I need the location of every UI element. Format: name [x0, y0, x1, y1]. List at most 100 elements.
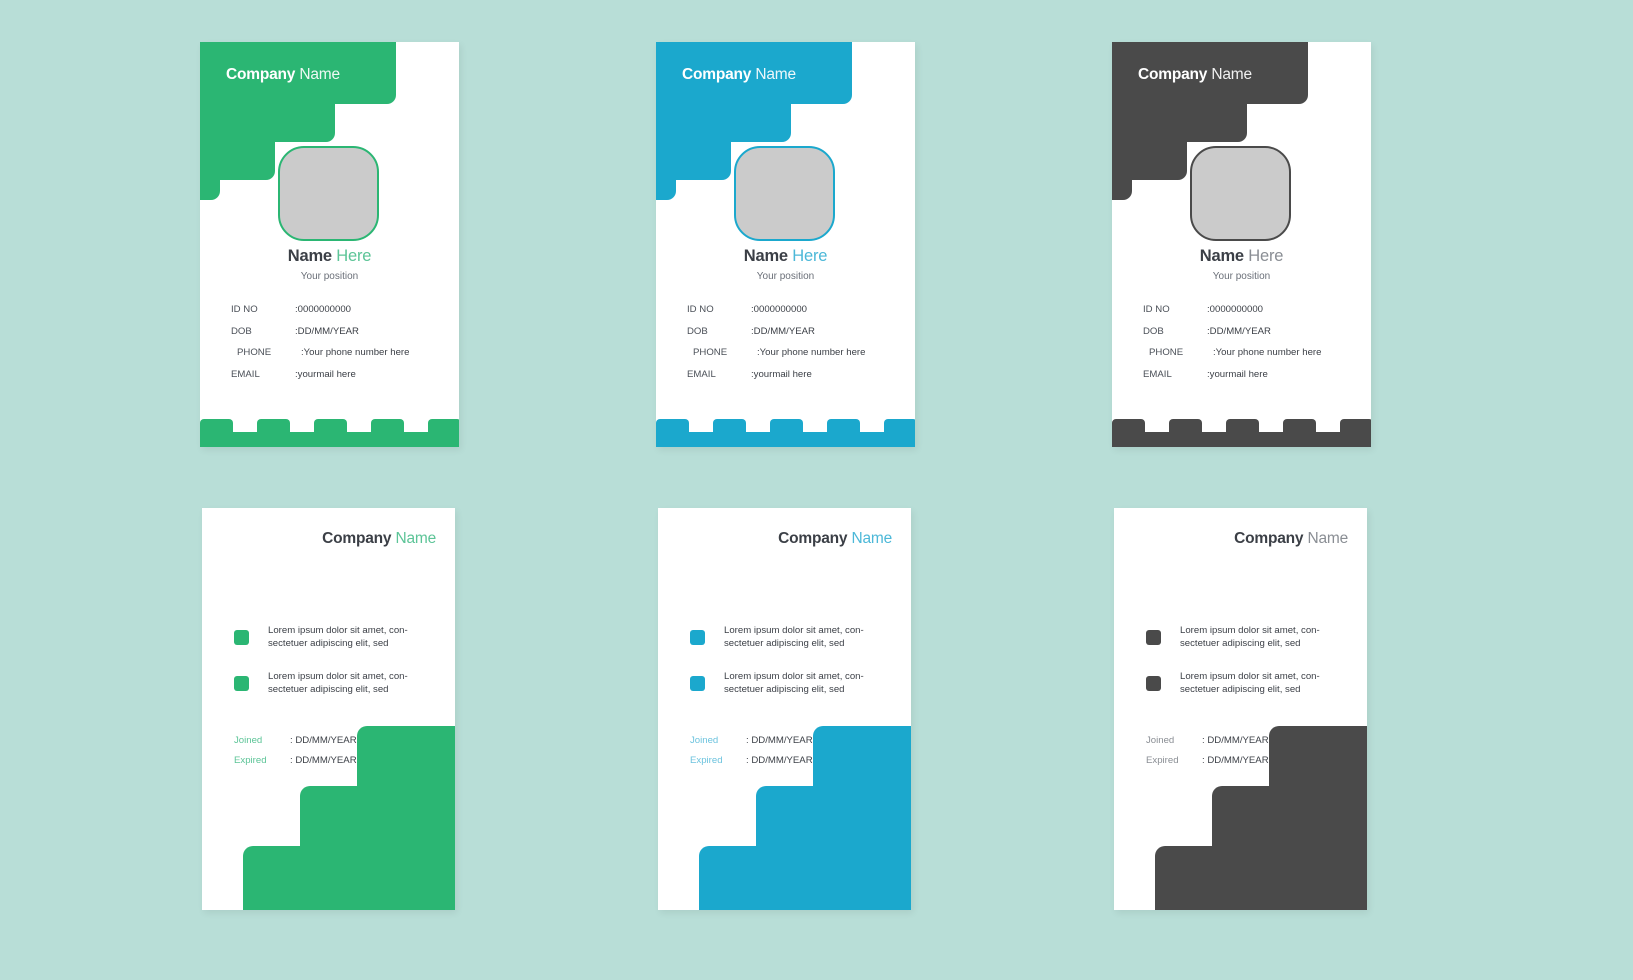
date-value: : DD/MM/YEAR	[290, 735, 357, 746]
field-row: DOB :DD/MM/YEAR	[687, 326, 893, 348]
crenellated-footer	[1112, 409, 1371, 447]
person-position: Your position	[1212, 271, 1271, 282]
bullet-square-icon	[1146, 676, 1161, 691]
company-name-strong: Company	[322, 530, 392, 547]
bullet-text: Lorem ipsum dolor sit amet, con-sectetue…	[724, 625, 864, 649]
list-item: Lorem ipsum dolor sit amet, con-sectetue…	[234, 671, 443, 696]
date-row: Expired : DD/MM/YEAR	[234, 755, 357, 775]
bullet-square-icon	[690, 630, 705, 645]
stair-step	[1269, 726, 1367, 910]
bullet-list: Lorem ipsum dolor sit amet, con-sectetue…	[234, 625, 443, 717]
field-row: EMAIL :yourmail here	[1143, 369, 1349, 391]
field-row: DOB :DD/MM/YEAR	[231, 326, 437, 348]
date-value: : DD/MM/YEAR	[1202, 755, 1269, 766]
company-name-strong: Company	[226, 66, 296, 83]
company-name-light: Name	[851, 530, 892, 547]
company-name-strong: Company	[1138, 66, 1208, 83]
person-block: Name Here Your position	[200, 247, 459, 282]
bullet-text: Lorem ipsum dolor sit amet, con-sectetue…	[1180, 671, 1320, 695]
list-item: Lorem ipsum dolor sit amet, con-sectetue…	[234, 625, 443, 650]
bullet-square-icon	[1146, 630, 1161, 645]
company-name-strong: Company	[682, 66, 752, 83]
id-card-back-green: Company Name Lorem ipsum dolor sit amet,…	[202, 508, 455, 910]
bullet-square-icon	[690, 676, 705, 691]
photo-placeholder	[278, 146, 379, 241]
id-card-front-blue: Company Name Name Here Your position ID …	[656, 42, 915, 447]
field-label: EMAIL	[231, 368, 260, 380]
field-value: :DD/MM/YEAR	[1207, 325, 1271, 337]
id-card-front-dark: Company Name Name Here Your position ID …	[1112, 42, 1371, 447]
date-value: : DD/MM/YEAR	[746, 735, 813, 746]
person-position: Your position	[300, 271, 359, 282]
header-step-4	[1112, 42, 1132, 200]
header-step-4	[200, 42, 220, 200]
company-name-light: Name	[299, 66, 340, 83]
field-row: PHONE :Your phone number here	[687, 347, 893, 369]
header-step-4	[656, 42, 676, 200]
field-value: :0000000000	[751, 304, 808, 315]
id-card-template-board: Company Name Name Here Your position ID …	[0, 0, 1633, 980]
person-block: Name Here Your position	[1112, 247, 1371, 282]
field-value: :0000000000	[1207, 304, 1264, 315]
field-value: :yourmail here	[751, 368, 812, 380]
list-item: Lorem ipsum dolor sit amet, con-sectetue…	[690, 625, 899, 650]
stair-step	[357, 726, 455, 910]
crenellated-footer	[200, 409, 459, 447]
stair-step	[813, 726, 911, 910]
company-name-light: Name	[1211, 66, 1252, 83]
company-name-header: Company Name	[1234, 530, 1348, 548]
bullet-square-icon	[234, 630, 249, 645]
date-row: Joined : DD/MM/YEAR	[690, 735, 813, 755]
field-label: EMAIL	[1143, 368, 1172, 380]
dates-block: Joined : DD/MM/YEAR Expired : DD/MM/YEAR	[690, 735, 813, 775]
field-row: ID NO :0000000000	[231, 304, 437, 326]
date-label: Joined	[1146, 735, 1175, 746]
field-label: DOB	[231, 325, 252, 337]
date-value: : DD/MM/YEAR	[1202, 735, 1269, 746]
crenel-base	[656, 432, 915, 447]
company-name-light: Name	[395, 530, 436, 547]
field-value: :yourmail here	[295, 368, 356, 380]
company-name-light: Name	[1307, 530, 1348, 547]
person-name: Name Here	[656, 247, 915, 266]
field-label: PHONE	[1149, 347, 1184, 358]
dates-block: Joined : DD/MM/YEAR Expired : DD/MM/YEAR	[234, 735, 357, 775]
date-label: Expired	[234, 755, 267, 766]
list-item: Lorem ipsum dolor sit amet, con-sectetue…	[1146, 671, 1355, 696]
field-label: ID NO	[1143, 304, 1170, 315]
person-name-light: Here	[336, 247, 372, 265]
bullet-list: Lorem ipsum dolor sit amet, con-sectetue…	[690, 625, 899, 717]
field-row: DOB :DD/MM/YEAR	[1143, 326, 1349, 348]
bullet-square-icon	[234, 676, 249, 691]
field-label: DOB	[687, 325, 708, 337]
person-name-strong: Name	[743, 247, 788, 265]
date-row: Joined : DD/MM/YEAR	[234, 735, 357, 755]
field-row: ID NO :0000000000	[1143, 304, 1349, 326]
date-label: Expired	[690, 755, 723, 766]
date-row: Expired : DD/MM/YEAR	[1146, 755, 1269, 775]
bullet-text: Lorem ipsum dolor sit amet, con-sectetue…	[1180, 625, 1320, 649]
field-row: PHONE :Your phone number here	[1143, 347, 1349, 369]
field-label: PHONE	[237, 347, 272, 358]
company-name-header: Company Name	[1138, 66, 1252, 84]
company-name-header: Company Name	[682, 66, 796, 84]
bullet-text: Lorem ipsum dolor sit amet, con-sectetue…	[268, 625, 408, 649]
company-name-header: Company Name	[322, 530, 436, 548]
company-name-header: Company Name	[778, 530, 892, 548]
list-item: Lorem ipsum dolor sit amet, con-sectetue…	[1146, 625, 1355, 650]
field-value: :yourmail here	[1207, 368, 1268, 380]
field-value: :Your phone number here	[757, 347, 866, 358]
bullet-list: Lorem ipsum dolor sit amet, con-sectetue…	[1146, 625, 1355, 717]
dates-block: Joined : DD/MM/YEAR Expired : DD/MM/YEAR	[1146, 735, 1269, 775]
field-label: ID NO	[231, 304, 258, 315]
person-name-light: Here	[792, 247, 828, 265]
field-value: :Your phone number here	[301, 347, 410, 358]
field-value: :Your phone number here	[1213, 347, 1322, 358]
photo-placeholder	[734, 146, 835, 241]
list-item: Lorem ipsum dolor sit amet, con-sectetue…	[690, 671, 899, 696]
date-label: Joined	[690, 735, 719, 746]
company-name-strong: Company	[778, 530, 848, 547]
field-value: :DD/MM/YEAR	[751, 325, 815, 337]
crenellated-footer	[656, 409, 915, 447]
field-label: DOB	[1143, 325, 1164, 337]
